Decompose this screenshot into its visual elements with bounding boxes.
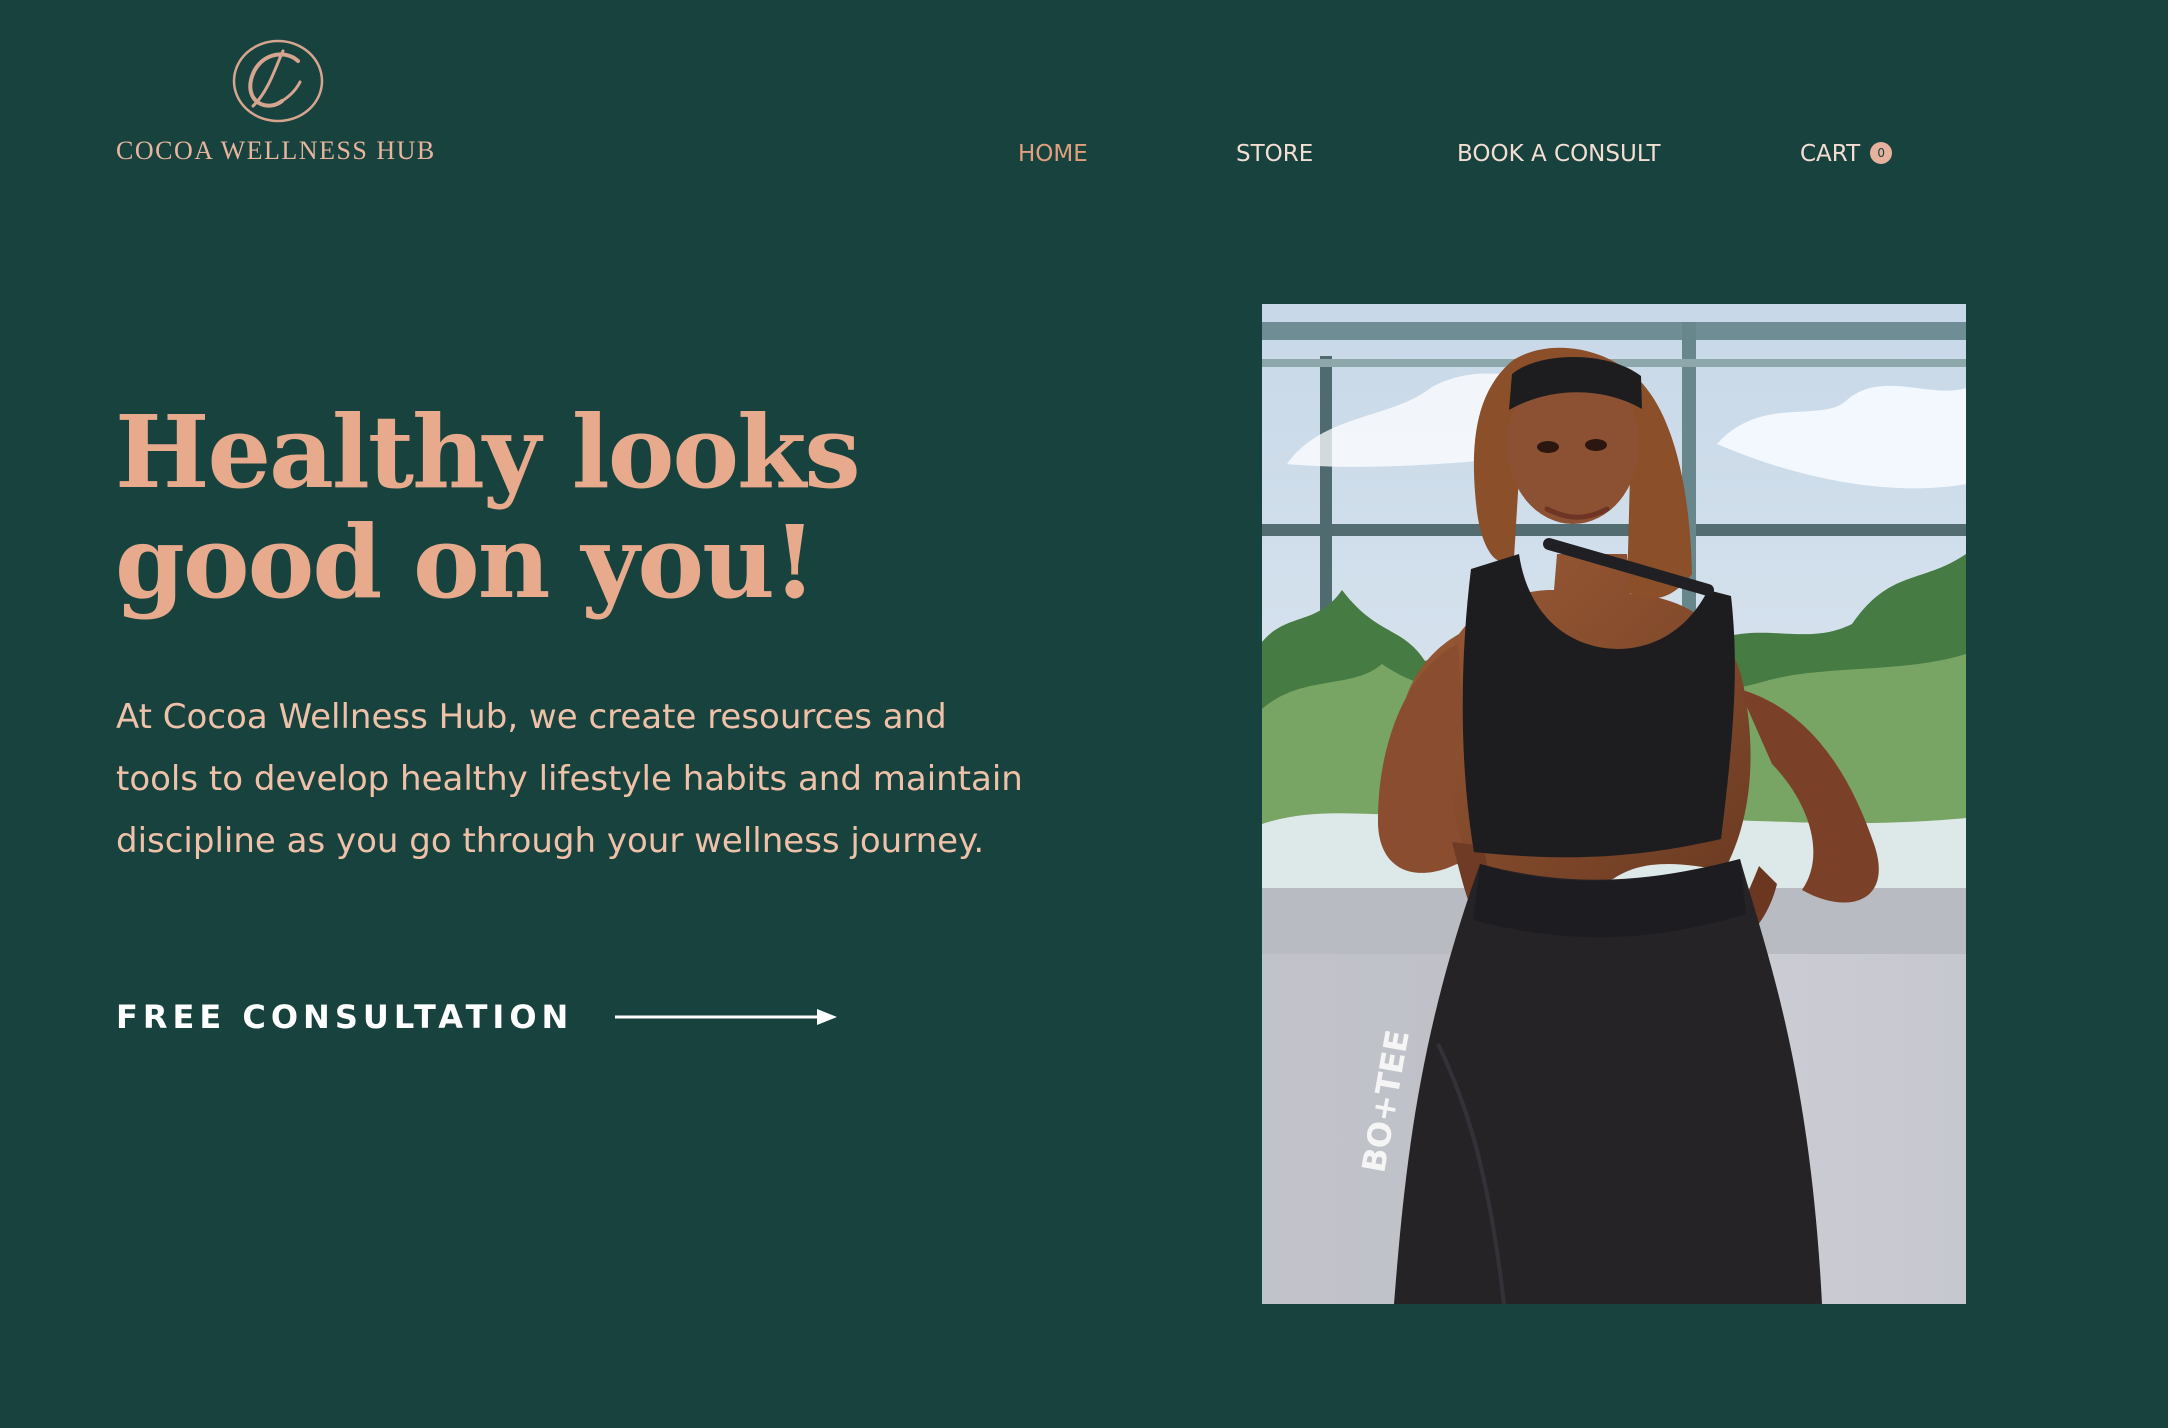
nav-store[interactable]: STORE [1236,138,1313,170]
hero-headline: Healthy looks good on you! [115,393,861,621]
hero-photo-illustration: BO+TEE [1262,304,1966,1304]
nav-home[interactable]: HOME [1018,138,1088,170]
nav-cart[interactable]: CART 0 [1800,138,1893,170]
brand-logo[interactable]: COCOA WELLNESS HUB [116,32,436,172]
free-consultation-link[interactable]: FREE CONSULTATION [116,998,839,1036]
c-monogram-icon [232,39,324,123]
brand-name: COCOA WELLNESS HUB [116,136,436,165]
cart-count-badge: 0 [1870,141,1893,164]
nav-book-consult[interactable]: BOOK A CONSULT [1457,138,1661,170]
cta-label: FREE CONSULTATION [116,998,574,1036]
cart-label: CART [1800,141,1861,167]
hero-fitness-image: BO+TEE [1262,304,1966,1304]
homepage: COCOA WELLNESS HUB HOME STORE BOOK A CON… [0,0,2168,1428]
arrow-right-icon [615,1009,838,1025]
hero-description: At Cocoa Wellness Hub, we create resourc… [116,697,1023,861]
